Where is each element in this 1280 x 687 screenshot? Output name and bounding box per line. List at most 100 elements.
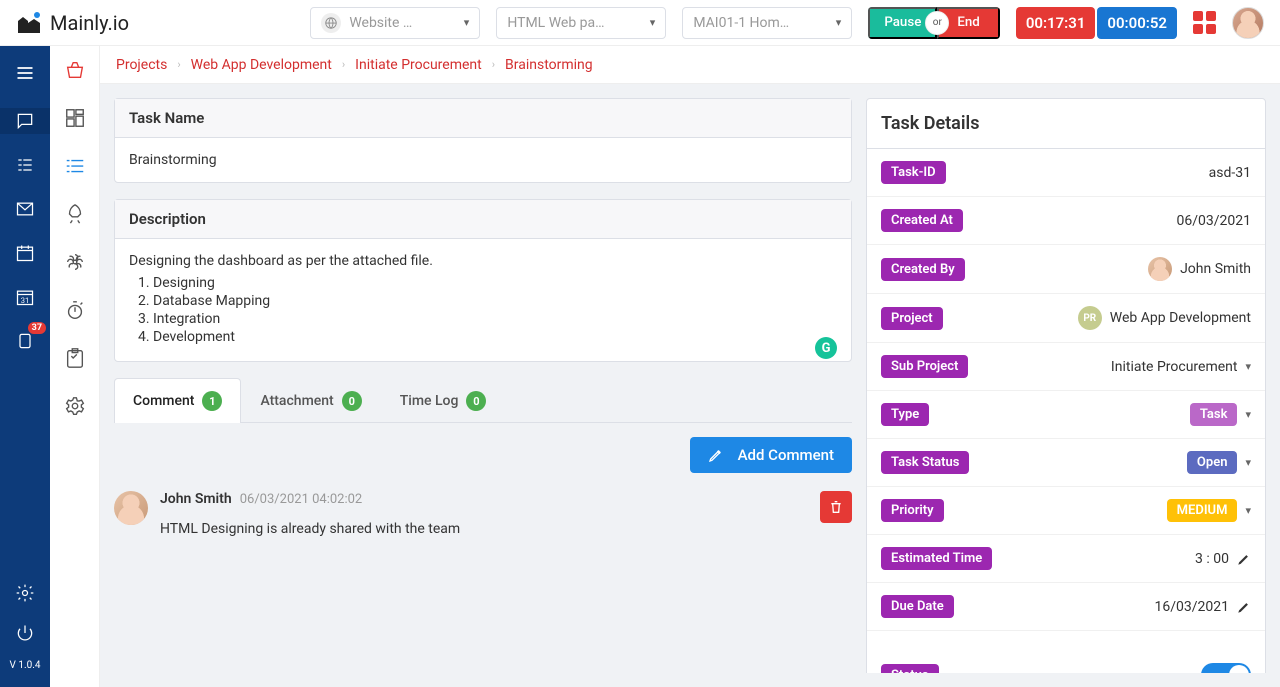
- breadcrumb-projects[interactable]: Projects: [116, 57, 167, 73]
- nav-power[interactable]: [0, 620, 50, 646]
- detail-label: Sub Project: [881, 355, 968, 378]
- timer-primary: 00:17:31: [1016, 7, 1096, 39]
- description-item: Database Mapping: [153, 293, 837, 309]
- detail-status-toggle: Status: [867, 651, 1265, 673]
- add-comment-label: Add Comment: [738, 446, 834, 464]
- nav-mail[interactable]: [0, 196, 50, 222]
- secondary-nav: [50, 46, 100, 687]
- description-list: Designing Database Mapping Integration D…: [129, 275, 837, 345]
- detail-estimated-time[interactable]: Estimated Time 3 : 00: [867, 535, 1265, 583]
- task-select-label: MAI01-1 Hom…: [693, 15, 827, 31]
- detail-label: Task-ID: [881, 161, 946, 184]
- tab-timelog-label: Time Log: [400, 393, 459, 409]
- detail-label: Project: [881, 307, 943, 330]
- user-avatar[interactable]: [1232, 7, 1264, 39]
- detail-label: Created At: [881, 209, 963, 232]
- chevron-down-icon: ▾: [1245, 408, 1251, 421]
- globe-icon: [321, 13, 341, 33]
- pencil-icon[interactable]: [1237, 552, 1251, 566]
- trash-icon: [828, 499, 844, 515]
- nav-settings[interactable]: [0, 580, 50, 606]
- tab-attachment-label: Attachment: [260, 393, 333, 409]
- detail-sub-project[interactable]: Sub Project Initiate Procurement▾: [867, 343, 1265, 391]
- tab-timelog[interactable]: Time Log 0: [381, 378, 506, 423]
- add-comment-button[interactable]: Add Comment: [690, 437, 852, 473]
- grammarly-icon[interactable]: G: [815, 337, 837, 359]
- comment-author: John Smith: [160, 491, 232, 507]
- breadcrumb-webapp[interactable]: Web App Development: [191, 57, 332, 73]
- breadcrumb-separator-icon: ›: [492, 58, 495, 71]
- nav2-settings[interactable]: [50, 392, 100, 420]
- version-label: V 1.0.4: [10, 660, 41, 671]
- task-name-header: Task Name: [115, 99, 851, 138]
- nav2-dashboard[interactable]: [50, 104, 100, 132]
- chevron-down-icon: ▾: [464, 16, 470, 29]
- detail-value: 06/03/2021: [1177, 213, 1252, 229]
- detail-value: Web App Development: [1110, 310, 1251, 326]
- description-item: Development: [153, 329, 837, 345]
- detail-label: Priority: [881, 499, 944, 522]
- nav2-checklist[interactable]: [50, 344, 100, 372]
- detail-value: John Smith: [1180, 261, 1251, 277]
- task-details-card: Task Details Task-ID asd-31 Created At 0…: [866, 98, 1266, 673]
- detail-type[interactable]: Type Task▾: [867, 391, 1265, 439]
- nav-tasks[interactable]: [0, 152, 50, 178]
- comment-item: John Smith 06/03/2021 04:02:02 HTML Desi…: [114, 487, 852, 541]
- project-chip: PR: [1078, 306, 1102, 330]
- task-select[interactable]: MAI01-1 Hom… ▾: [682, 7, 852, 39]
- detail-label: Estimated Time: [881, 547, 992, 570]
- apps-icon[interactable]: [1193, 11, 1216, 34]
- detail-project: Project PR Web App Development: [867, 294, 1265, 343]
- tab-timelog-badge: 0: [466, 391, 486, 411]
- chevron-down-icon: ▾: [836, 16, 842, 29]
- detail-value: Initiate Procurement: [1111, 359, 1238, 375]
- task-name-value[interactable]: Brainstorming: [115, 138, 851, 182]
- nav-notifications[interactable]: 37: [0, 328, 50, 354]
- description-card: Description Designing the dashboard as p…: [114, 199, 852, 362]
- status-toggle[interactable]: [1201, 663, 1251, 673]
- description-item: Integration: [153, 311, 837, 327]
- detail-value: asd-31: [1209, 165, 1251, 181]
- comment-avatar: [114, 491, 148, 525]
- priority-badge: MEDIUM: [1167, 499, 1238, 522]
- nav-calendar[interactable]: [0, 240, 50, 266]
- topbar: Mainly.io Website … ▾ HTML Web pa… ▾ MAI…: [0, 0, 1280, 46]
- logo[interactable]: Mainly.io: [16, 11, 129, 35]
- project-select[interactable]: Website … ▾: [310, 7, 480, 39]
- chevron-down-icon: ▾: [1245, 456, 1251, 469]
- breadcrumb-procurement[interactable]: Initiate Procurement: [355, 57, 482, 73]
- nav2-stopwatch[interactable]: [50, 296, 100, 324]
- or-divider: or: [925, 11, 949, 35]
- nav-chat[interactable]: [0, 108, 50, 134]
- tab-attachment[interactable]: Attachment 0: [241, 378, 380, 423]
- status-badge: Open: [1187, 451, 1238, 474]
- pencil-icon: [708, 447, 724, 463]
- description-body[interactable]: Designing the dashboard as per the attac…: [115, 239, 851, 361]
- nav2-rocket[interactable]: [50, 200, 100, 228]
- detail-task-status[interactable]: Task Status Open▾: [867, 439, 1265, 487]
- tabs-section: Comment 1 Attachment 0 Time Log 0: [114, 378, 852, 541]
- comment-text: HTML Designing is already shared with th…: [160, 521, 808, 537]
- detail-due-date[interactable]: Due Date 16/03/2021: [867, 583, 1265, 631]
- project-select-label: Website …: [349, 15, 455, 31]
- detail-label: Status: [881, 664, 939, 674]
- main: Projects › Web App Development › Initiat…: [100, 46, 1280, 687]
- detail-priority[interactable]: Priority MEDIUM ▾: [867, 487, 1265, 535]
- page-select[interactable]: HTML Web pa… ▾: [496, 7, 666, 39]
- menu-toggle[interactable]: [0, 56, 50, 90]
- nav-calendar-day[interactable]: 31: [0, 284, 50, 310]
- delete-comment-button[interactable]: [820, 491, 852, 523]
- breadcrumb-current[interactable]: Brainstorming: [505, 57, 593, 73]
- description-item: Designing: [153, 275, 837, 291]
- nav2-flower[interactable]: [50, 248, 100, 276]
- chevron-down-icon: ▾: [1245, 504, 1251, 517]
- nav2-basket[interactable]: [50, 56, 100, 84]
- svg-text:31: 31: [21, 296, 29, 305]
- detail-value: 16/03/2021: [1155, 599, 1230, 615]
- pencil-icon[interactable]: [1237, 600, 1251, 614]
- description-intro: Designing the dashboard as per the attac…: [129, 253, 837, 269]
- nav2-list[interactable]: [50, 152, 100, 180]
- tab-comment[interactable]: Comment 1: [114, 378, 241, 423]
- page-select-label: HTML Web pa…: [507, 15, 641, 31]
- detail-task-id: Task-ID asd-31: [867, 149, 1265, 197]
